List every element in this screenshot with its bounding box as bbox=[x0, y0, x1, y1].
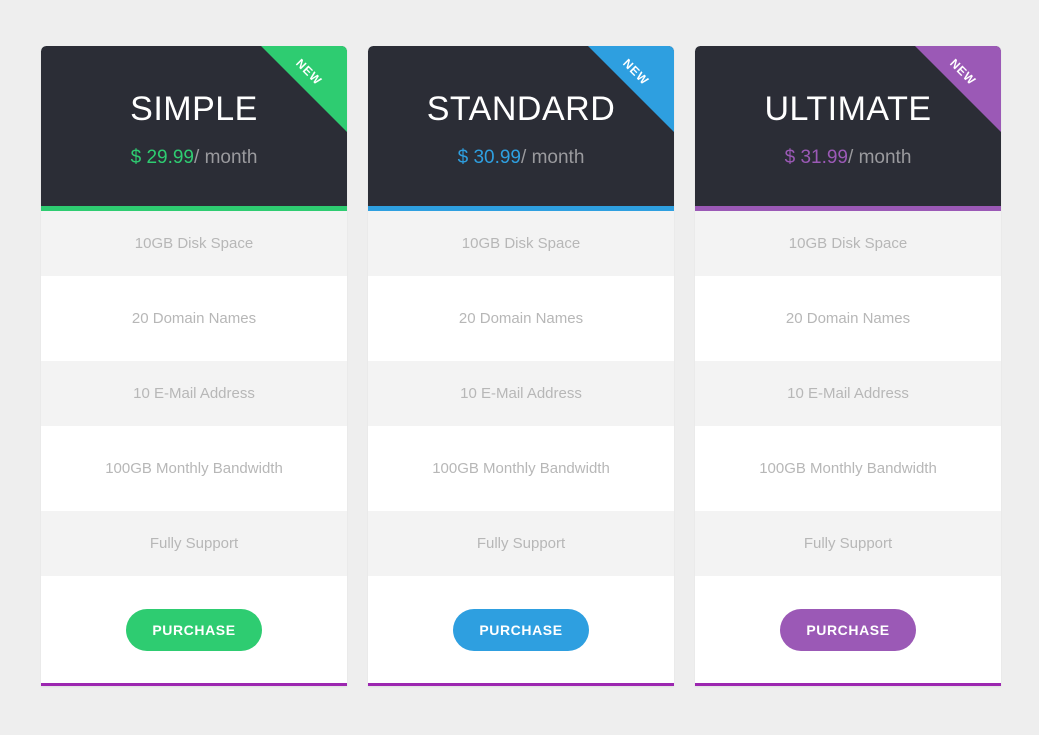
feature-row: 100GB Monthly Bandwidth bbox=[41, 426, 347, 511]
feature-row: 20 Domain Names bbox=[368, 276, 674, 361]
feature-row: 10GB Disk Space bbox=[368, 211, 674, 276]
plan-period: / month bbox=[194, 147, 258, 168]
feature-row: 10 E-Mail Address bbox=[41, 361, 347, 426]
plan-period: / month bbox=[848, 147, 912, 168]
plan-period: / month bbox=[521, 147, 585, 168]
purchase-row: PURCHASE bbox=[41, 576, 347, 683]
feature-row: 10GB Disk Space bbox=[695, 211, 1001, 276]
plan-card-simple[interactable]: NEW SIMPLE $ 29.99/ month 10GB Disk Spac… bbox=[41, 46, 347, 686]
plan-title: SIMPLE bbox=[130, 90, 258, 128]
feature-row: Fully Support bbox=[695, 511, 1001, 576]
purchase-button[interactable]: PURCHASE bbox=[453, 608, 589, 651]
plan-card-standard[interactable]: NEW STANDARD $ 30.99/ month 10GB Disk Sp… bbox=[368, 46, 674, 686]
feature-row: 10 E-Mail Address bbox=[368, 361, 674, 426]
feature-row: 20 Domain Names bbox=[41, 276, 347, 361]
feature-row: 100GB Monthly Bandwidth bbox=[695, 426, 1001, 511]
purchase-row: PURCHASE bbox=[695, 576, 1001, 683]
plan-price: $ 31.99 bbox=[784, 147, 849, 168]
plan-title: ULTIMATE bbox=[764, 90, 932, 128]
purchase-button[interactable]: PURCHASE bbox=[780, 608, 916, 651]
plan-header-ultimate: NEW ULTIMATE $ 31.99/ month bbox=[695, 46, 1001, 206]
plan-header-standard: NEW STANDARD $ 30.99/ month bbox=[368, 46, 674, 206]
plan-header-simple: NEW SIMPLE $ 29.99/ month bbox=[41, 46, 347, 206]
plan-price: $ 30.99 bbox=[457, 147, 522, 168]
plan-price: $ 29.99 bbox=[130, 147, 195, 168]
plan-price-line: $ 30.99/ month bbox=[368, 148, 674, 167]
feature-row: 20 Domain Names bbox=[695, 276, 1001, 361]
feature-row: Fully Support bbox=[368, 511, 674, 576]
plan-title: STANDARD bbox=[426, 90, 616, 128]
card-bottom-border bbox=[695, 683, 1001, 686]
feature-row: 10GB Disk Space bbox=[41, 211, 347, 276]
card-bottom-border bbox=[41, 683, 347, 686]
plan-price-line: $ 31.99/ month bbox=[695, 148, 1001, 167]
feature-row: 100GB Monthly Bandwidth bbox=[368, 426, 674, 511]
feature-row: 10 E-Mail Address bbox=[695, 361, 1001, 426]
card-bottom-border bbox=[368, 683, 674, 686]
feature-row: Fully Support bbox=[41, 511, 347, 576]
pricing-table: NEW SIMPLE $ 29.99/ month 10GB Disk Spac… bbox=[41, 46, 1002, 686]
plan-price-line: $ 29.99/ month bbox=[41, 148, 347, 167]
purchase-button[interactable]: PURCHASE bbox=[126, 608, 262, 651]
plan-card-ultimate[interactable]: NEW ULTIMATE $ 31.99/ month 10GB Disk Sp… bbox=[695, 46, 1001, 686]
purchase-row: PURCHASE bbox=[368, 576, 674, 683]
